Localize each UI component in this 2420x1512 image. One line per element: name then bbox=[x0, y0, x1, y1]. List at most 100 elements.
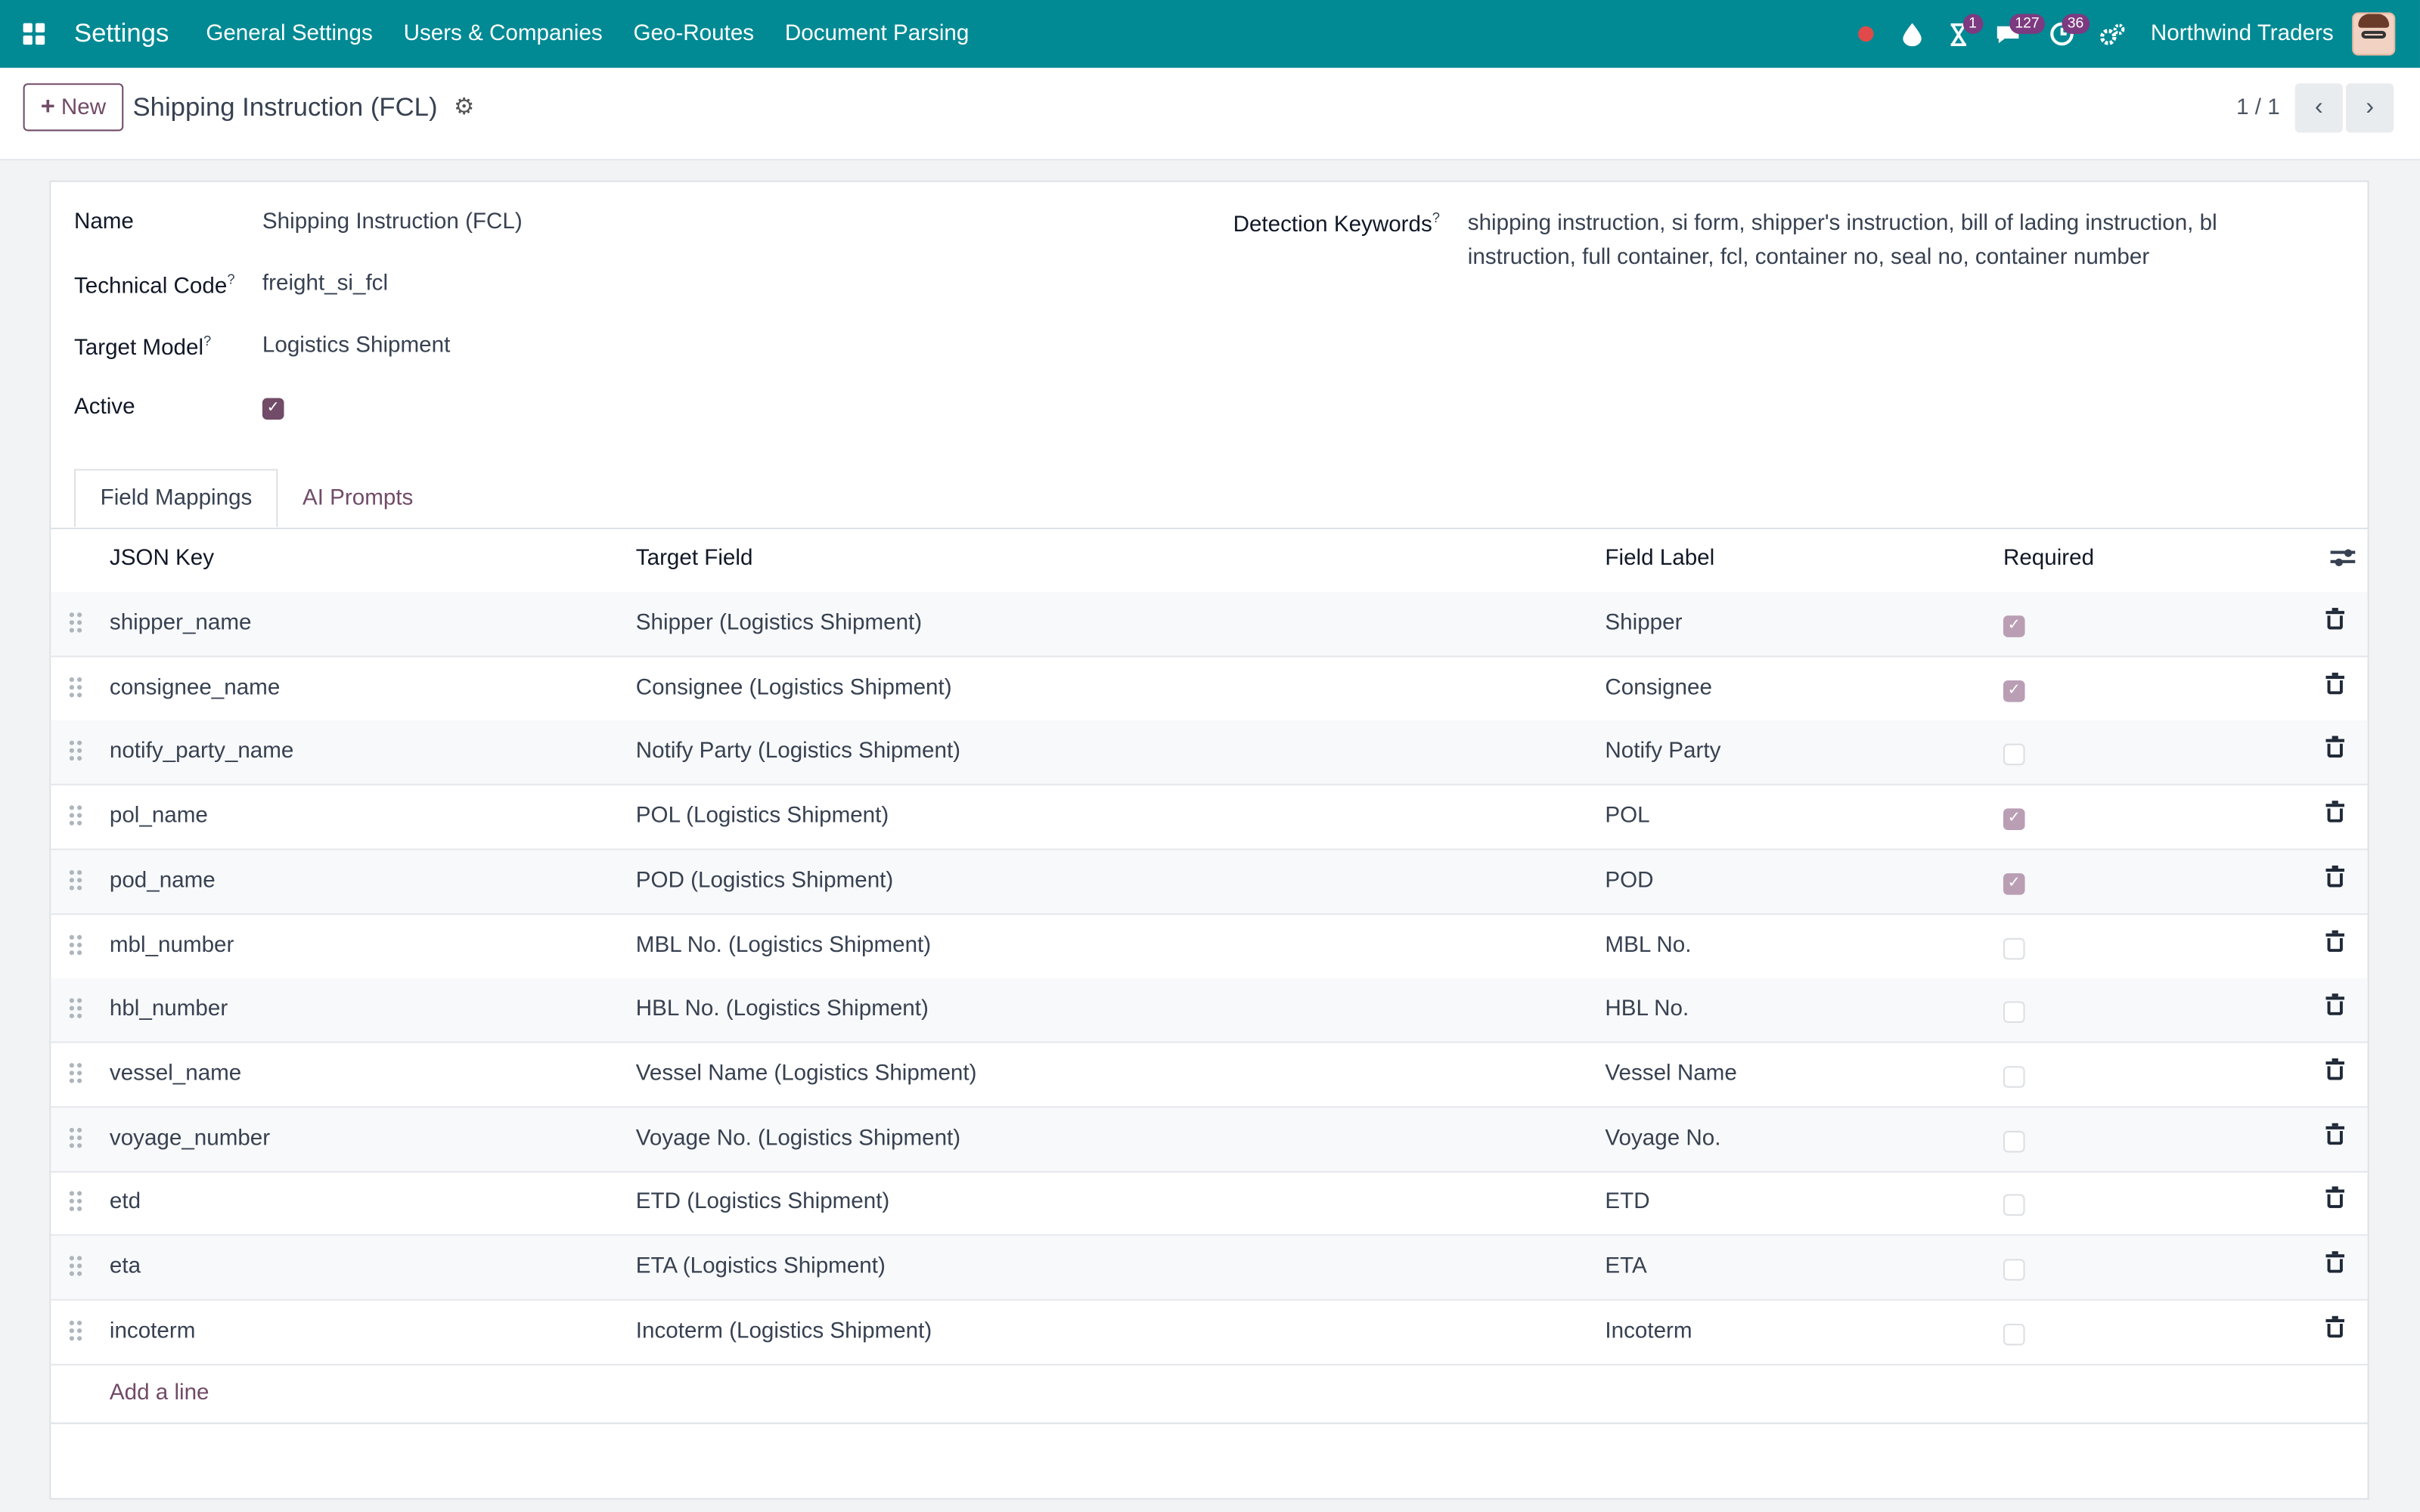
drag-handle-icon[interactable] bbox=[69, 1062, 82, 1083]
field-label-cell[interactable]: Notify Party bbox=[1605, 739, 1720, 764]
table-row[interactable]: voyage_number Voyage No. (Logistics Shipm… bbox=[51, 1107, 2368, 1173]
required-checkbox[interactable] bbox=[2003, 1323, 2025, 1345]
gear-icon[interactable]: ⚙ bbox=[454, 92, 474, 120]
activity-hourglass-icon[interactable]: 1 bbox=[1934, 0, 1984, 68]
field-label-cell[interactable]: ETD bbox=[1605, 1190, 1649, 1215]
required-checkbox[interactable] bbox=[2003, 1130, 2025, 1152]
field-label-cell[interactable]: Voyage No. bbox=[1605, 1126, 1720, 1151]
pager-value[interactable]: 1 / 1 bbox=[2236, 96, 2280, 121]
trash-icon[interactable] bbox=[2325, 672, 2344, 694]
json-key-cell[interactable]: voyage_number bbox=[110, 1126, 270, 1151]
detection-keywords-field[interactable]: shipping instruction, si form, shipper's… bbox=[1468, 206, 2301, 274]
field-label-cell[interactable]: POD bbox=[1605, 869, 1653, 894]
json-key-cell[interactable]: mbl_number bbox=[110, 933, 234, 958]
target-field-cell[interactable]: MBL No. (Logistics Shipment) bbox=[636, 933, 931, 958]
json-key-cell[interactable]: etd bbox=[110, 1190, 141, 1215]
drag-handle-icon[interactable] bbox=[69, 612, 82, 633]
json-key-cell[interactable]: pod_name bbox=[110, 869, 216, 894]
drag-handle-icon[interactable] bbox=[69, 677, 82, 697]
clock-icon[interactable]: 36 bbox=[2034, 0, 2090, 68]
table-row[interactable]: incoterm Incoterm (Logistics Shipment) Inc… bbox=[51, 1300, 2368, 1365]
required-checkbox[interactable]: ✓ bbox=[2003, 872, 2025, 895]
field-label-cell[interactable]: Consignee bbox=[1605, 675, 1711, 700]
column-required[interactable]: Required bbox=[2003, 546, 2094, 571]
tooltip-icon[interactable]: ? bbox=[227, 271, 234, 287]
drag-handle-icon[interactable] bbox=[69, 805, 82, 826]
menu-geo-routes[interactable]: Geo-Routes bbox=[618, 0, 769, 68]
drag-handle-icon[interactable] bbox=[69, 1191, 82, 1212]
pager-previous-button[interactable]: ‹ bbox=[2294, 83, 2343, 133]
table-row[interactable]: notify_party_name Notify Party (Logistics… bbox=[51, 720, 2368, 786]
table-row[interactable]: consignee_name Consignee (Logistics Shipm… bbox=[51, 657, 2368, 722]
company-name[interactable]: Northwind Traders bbox=[2151, 22, 2334, 47]
table-row[interactable]: vessel_name Vessel Name (Logistics Shipme… bbox=[51, 1043, 2368, 1108]
table-row[interactable]: eta ETA (Logistics Shipment) ETA bbox=[51, 1235, 2368, 1301]
field-label-cell[interactable]: HBL No. bbox=[1605, 997, 1689, 1022]
table-row[interactable]: hbl_number HBL No. (Logistics Shipment) HB… bbox=[51, 978, 2368, 1043]
required-checkbox[interactable] bbox=[2003, 937, 2025, 959]
tooltip-icon[interactable]: ? bbox=[203, 333, 211, 349]
trash-icon[interactable] bbox=[2325, 1315, 2344, 1337]
drag-handle-icon[interactable] bbox=[69, 1320, 82, 1340]
target-field-cell[interactable]: Incoterm (Logistics Shipment) bbox=[636, 1318, 932, 1343]
drag-handle-icon[interactable] bbox=[69, 934, 82, 955]
required-checkbox[interactable]: ✓ bbox=[2003, 680, 2025, 702]
field-label-cell[interactable]: POL bbox=[1605, 804, 1649, 829]
target-field-cell[interactable]: POD (Logistics Shipment) bbox=[636, 869, 893, 894]
trash-icon[interactable] bbox=[2325, 1058, 2344, 1080]
drag-handle-icon[interactable] bbox=[69, 1256, 82, 1276]
trash-icon[interactable] bbox=[2325, 865, 2344, 888]
tooltip-icon[interactable]: ? bbox=[1432, 210, 1440, 225]
tab-field-mappings[interactable]: Field Mappings bbox=[73, 469, 279, 528]
target-model-field[interactable]: Logistics Shipment bbox=[262, 333, 450, 358]
target-field-cell[interactable]: Notify Party (Logistics Shipment) bbox=[636, 739, 960, 764]
apps-menu-icon[interactable] bbox=[0, 0, 68, 68]
json-key-cell[interactable]: consignee_name bbox=[110, 675, 280, 700]
required-checkbox[interactable]: ✓ bbox=[2003, 615, 2025, 637]
field-label-cell[interactable]: Incoterm bbox=[1605, 1318, 1692, 1343]
drag-handle-icon[interactable] bbox=[69, 1126, 82, 1148]
field-label-cell[interactable]: ETA bbox=[1605, 1254, 1646, 1279]
required-checkbox[interactable] bbox=[2003, 1001, 2025, 1024]
target-field-cell[interactable]: Shipper (Logistics Shipment) bbox=[636, 611, 922, 636]
trash-icon[interactable] bbox=[2325, 993, 2344, 1016]
drag-handle-icon[interactable] bbox=[69, 998, 82, 1019]
trash-icon[interactable] bbox=[2325, 1251, 2344, 1273]
json-key-cell[interactable]: eta bbox=[110, 1254, 141, 1279]
table-row[interactable]: pol_name POL (Logistics Shipment) POL ✓ bbox=[51, 785, 2368, 850]
trash-icon[interactable] bbox=[2325, 801, 2344, 823]
table-row[interactable]: shipper_name Shipper (Logistics Shipment)… bbox=[51, 592, 2368, 658]
messages-icon[interactable]: 127 bbox=[1981, 0, 2046, 68]
new-button[interactable]: + New bbox=[23, 83, 124, 132]
target-field-cell[interactable]: Consignee (Logistics Shipment) bbox=[636, 675, 952, 700]
menu-document-parsing[interactable]: Document Parsing bbox=[769, 0, 984, 68]
target-field-cell[interactable]: Voyage No. (Logistics Shipment) bbox=[636, 1126, 960, 1151]
table-row[interactable]: pod_name POD (Logistics Shipment) POD ✓ bbox=[51, 850, 2368, 915]
active-checkbox[interactable]: ✓ bbox=[262, 398, 284, 420]
table-row[interactable]: mbl_number MBL No. (Logistics Shipment) MB… bbox=[51, 914, 2368, 979]
required-checkbox[interactable] bbox=[2003, 744, 2025, 767]
target-field-cell[interactable]: ETD (Logistics Shipment) bbox=[636, 1190, 889, 1215]
table-row[interactable]: etd ETD (Logistics Shipment) ETD bbox=[51, 1172, 2368, 1237]
pager-next-button[interactable]: › bbox=[2346, 83, 2394, 133]
app-brand[interactable]: Settings bbox=[74, 18, 169, 49]
target-field-cell[interactable]: Vessel Name (Logistics Shipment) bbox=[636, 1061, 977, 1086]
add-line-link[interactable]: Add a line bbox=[110, 1381, 209, 1406]
column-field-label[interactable]: Field Label bbox=[1605, 546, 1714, 571]
trash-icon[interactable] bbox=[2325, 1186, 2344, 1209]
target-field-cell[interactable]: POL (Logistics Shipment) bbox=[636, 804, 889, 829]
column-target-field[interactable]: Target Field bbox=[636, 546, 753, 571]
target-field-cell[interactable]: HBL No. (Logistics Shipment) bbox=[636, 997, 929, 1022]
user-avatar[interactable] bbox=[2352, 12, 2396, 56]
drop-icon[interactable] bbox=[1888, 0, 1934, 68]
required-checkbox[interactable]: ✓ bbox=[2003, 808, 2025, 831]
name-field[interactable]: Shipping Instruction (FCL) bbox=[262, 210, 523, 235]
required-checkbox[interactable] bbox=[2003, 1259, 2025, 1281]
json-key-cell[interactable]: shipper_name bbox=[110, 611, 252, 636]
json-key-cell[interactable]: vessel_name bbox=[110, 1061, 241, 1086]
required-checkbox[interactable] bbox=[2003, 1194, 2025, 1216]
company-switch-gear-icon[interactable] bbox=[2089, 0, 2135, 68]
tab-ai-prompts[interactable]: AI Prompts bbox=[278, 469, 438, 528]
target-field-cell[interactable]: ETA (Logistics Shipment) bbox=[636, 1254, 886, 1279]
json-key-cell[interactable]: pol_name bbox=[110, 804, 208, 829]
